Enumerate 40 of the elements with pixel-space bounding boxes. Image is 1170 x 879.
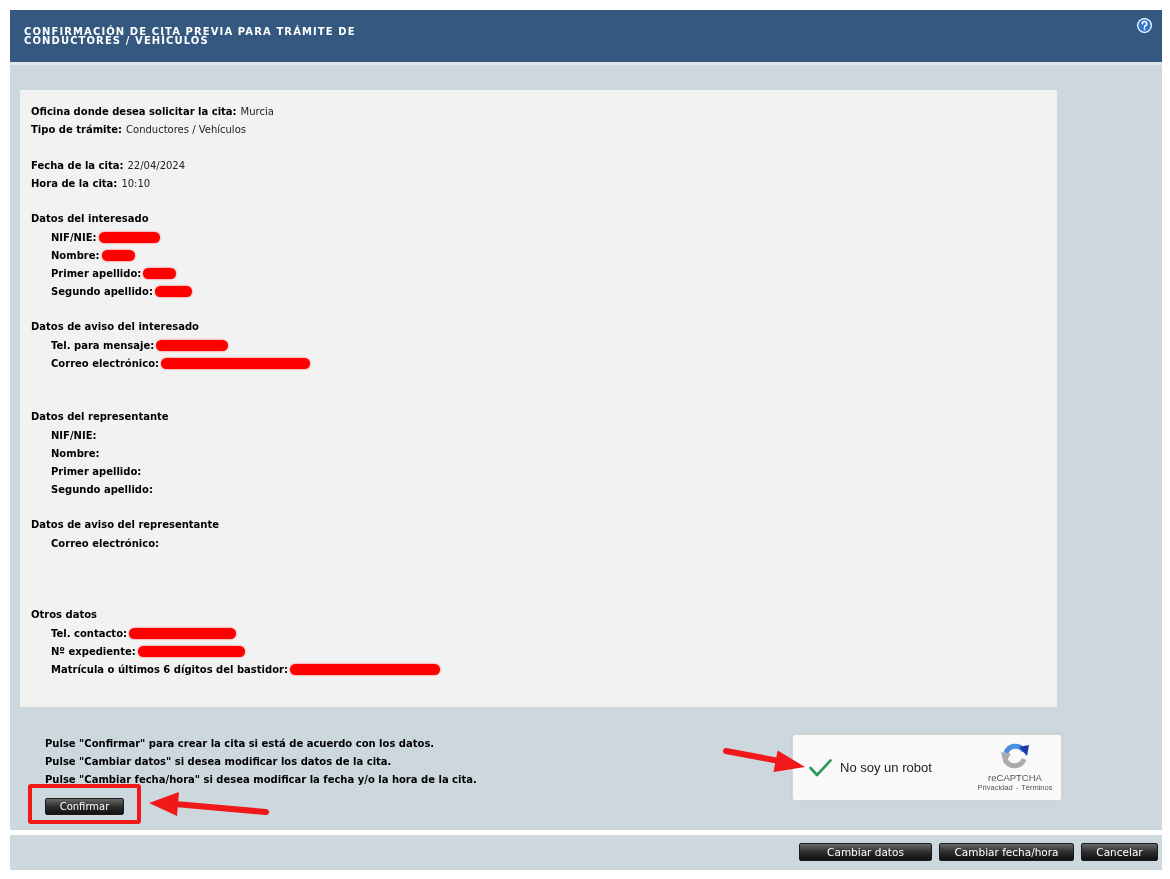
field-label: Matrícula o últimos 6 dígitos del bastidor: — [51, 662, 288, 677]
field-label: Hora de la cita: — [31, 176, 118, 191]
instruction-text: Pulse "Cambiar datos" si desea modificar los datos de la cita. — [45, 754, 392, 769]
field-label: Nombre: — [51, 248, 100, 263]
field-label: Tel. para mensaje: — [51, 338, 155, 353]
field-label: Correo electrónico: — [51, 536, 160, 551]
field-label: Correo electrónico: — [51, 356, 160, 371]
section-heading: Datos de aviso del interesado — [31, 320, 199, 334]
field-label: Nº expediente: — [51, 644, 136, 659]
field-label: Tipo de trámite: — [31, 122, 123, 137]
captcha-label: No soy un robot — [840, 758, 933, 777]
help-icon[interactable] — [1137, 18, 1152, 33]
footer-button[interactable]: Cancelar — [1081, 843, 1158, 861]
field-label: Segundo apellido: — [51, 482, 153, 497]
section-heading: Otros datos — [31, 608, 98, 622]
instruction-text: Pulse "Cambiar fecha/hora" si desea modificar la fecha y/o la hora de la cita. — [45, 772, 477, 787]
field-label: Primer apellido: — [51, 464, 142, 479]
field-label: Tel. contacto: — [51, 626, 127, 641]
instruction-text: Pulse "Confirmar" para crear la cita si está de acuerdo con los datos. — [45, 736, 435, 751]
field-label: NIF/NIE: — [51, 230, 97, 245]
checkmark-icon[interactable] — [808, 758, 832, 777]
section-heading: Datos del representante — [31, 410, 169, 424]
confirm-button[interactable]: Confirmar — [45, 798, 124, 815]
field-value: 22/04/2024 — [127, 158, 186, 173]
field-label: Fecha de la cita: — [31, 158, 124, 173]
footer-button[interactable]: Cambiar fecha/hora — [939, 843, 1074, 861]
field-value: Murcia — [240, 104, 274, 119]
field-value: Conductores / Vehículos — [126, 122, 246, 137]
field-label: Nombre: — [51, 446, 100, 461]
footer-button[interactable]: Cambiar datos — [799, 843, 932, 861]
field-label: Oficina donde desea solicitar la cita: — [31, 104, 237, 119]
field-label: Primer apellido: — [51, 266, 142, 281]
captcha-brand-text: reCAPTCHA — [988, 772, 1042, 783]
section-heading: Datos del interesado — [31, 212, 149, 226]
section-heading: Datos de aviso del representante — [31, 518, 220, 532]
field-label: NIF/NIE: — [51, 428, 97, 443]
circular-arrows-icon — [1001, 742, 1029, 770]
field-value: 10:10 — [121, 176, 151, 191]
field-label: Segundo apellido: — [51, 284, 153, 299]
page-title: CONFIRMACIÓN DE CITA PREVIA PARA TRÁMITE DE CONDUCTORES / VEHÍCULOS — [24, 27, 357, 45]
